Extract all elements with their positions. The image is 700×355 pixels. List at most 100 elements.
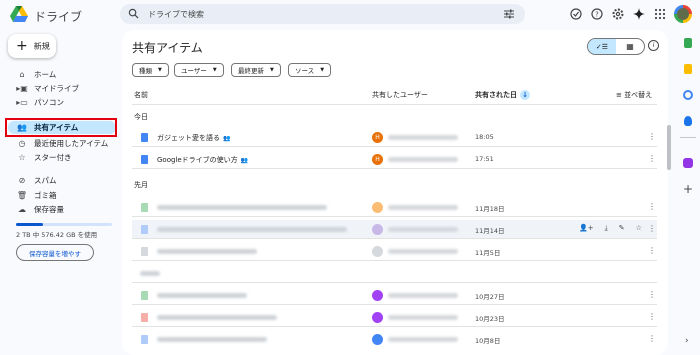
avatar xyxy=(372,312,383,323)
caret-down-icon: ▼ xyxy=(158,67,162,73)
table-row[interactable]: 11月14日 👤+ ⤓ ✎ ☆ ⋮ xyxy=(132,220,657,239)
section-last-month: 先月 xyxy=(134,181,148,189)
shared-date: 18:05 xyxy=(475,133,494,141)
shared-date: 11月18日 xyxy=(475,205,505,213)
settings-gear-icon[interactable] xyxy=(611,7,625,21)
sidebar-item-starred[interactable]: ☆ スター付き xyxy=(8,151,116,164)
sidebar-item-computers[interactable]: ▸▭ パソコン xyxy=(8,96,116,109)
account-avatar[interactable] xyxy=(674,5,692,23)
redacted-file-name xyxy=(157,315,277,320)
highlight-box xyxy=(5,118,117,137)
rename-pencil-icon[interactable]: ✎ xyxy=(619,224,625,233)
file-name: ガジェット愛を語る 👥 xyxy=(157,133,230,143)
sidebar-item-storage[interactable]: ☁ 保存容量 xyxy=(8,203,116,216)
filter-source[interactable]: ソース ▼ xyxy=(288,63,332,77)
avatar xyxy=(372,290,383,301)
computer-icon: ▸▭ xyxy=(16,98,28,107)
shared-date: 10月27日 xyxy=(475,293,505,301)
keep-icon[interactable] xyxy=(684,64,692,74)
grid-view-icon[interactable]: ▦ xyxy=(616,39,644,54)
share-person-icon[interactable]: 👤+ xyxy=(579,224,594,233)
avatar xyxy=(372,224,383,235)
sidebar-item-home[interactable]: ⌂ ホーム xyxy=(8,68,116,81)
redacted-file-name xyxy=(157,293,247,298)
filter-modified[interactable]: 最終更新 ▼ xyxy=(231,63,281,77)
more-options-icon[interactable]: ⋮ xyxy=(648,132,656,141)
sidebar-item-spam[interactable]: ⊘ スパム xyxy=(8,174,116,187)
sidebar-item-label: スパム xyxy=(34,176,57,185)
filter-type[interactable]: 種類 ▼ xyxy=(132,63,169,77)
more-options-icon[interactable]: ⋮ xyxy=(648,202,656,211)
contacts-icon[interactable] xyxy=(684,116,692,126)
caret-down-icon: ▼ xyxy=(270,67,274,73)
search-input[interactable]: ドライブで検索 xyxy=(148,9,204,20)
redacted-file-name xyxy=(157,249,257,254)
buy-storage-button[interactable]: 保存容量を増やす xyxy=(16,244,94,261)
column-shared-date-label: 共有された日 xyxy=(475,91,517,99)
slides-file-icon xyxy=(141,313,148,322)
search-icon[interactable] xyxy=(128,8,139,19)
header-divider xyxy=(132,104,657,105)
plus-icon: + xyxy=(16,38,28,54)
redacted-user xyxy=(388,315,458,320)
help-icon[interactable]: ? xyxy=(590,7,604,21)
sidebar-item-recent[interactable]: ◷ 最近使用したアイテム xyxy=(8,137,116,150)
download-icon[interactable]: ⤓ xyxy=(605,224,608,233)
table-row[interactable]: 11月18日 ⋮ xyxy=(132,198,657,217)
more-options-icon[interactable]: ⋮ xyxy=(648,154,656,163)
new-button[interactable]: + 新規 xyxy=(8,34,56,58)
sidebar-item-trash[interactable]: 🗑 ゴミ箱 xyxy=(8,189,116,202)
sort-button[interactable]: ≡ 並べ替え xyxy=(616,90,652,100)
table-row[interactable] xyxy=(132,264,657,283)
scrollbar-thumb[interactable] xyxy=(667,125,671,170)
chip-label: 種類 xyxy=(139,67,152,75)
sidebar-item-my-drive[interactable]: ▸▣ マイドライブ xyxy=(8,82,116,95)
offline-status-icon[interactable] xyxy=(569,7,583,21)
section-today: 今日 xyxy=(134,113,148,121)
addon-icon[interactable] xyxy=(683,158,693,168)
table-row[interactable]: ガジェット愛を語る 👥 H 18:05 ⋮ xyxy=(132,128,657,147)
apps-grid-icon[interactable] xyxy=(653,7,667,21)
table-row[interactable]: 10月8日 ⋮ xyxy=(132,330,657,349)
view-toggle[interactable]: ✓☰ ▦ xyxy=(587,38,645,55)
redacted-file-name xyxy=(157,227,347,232)
star-icon[interactable]: ☆ xyxy=(636,224,642,233)
search-options-icon[interactable] xyxy=(503,8,515,20)
tasks-icon[interactable] xyxy=(683,90,693,100)
drive-logo-icon[interactable] xyxy=(10,6,28,22)
shared-date: 11月5日 xyxy=(475,249,501,257)
avatar xyxy=(372,334,383,345)
table-row[interactable]: Googleドライブの使い方 👥 H 17:51 ⋮ xyxy=(132,150,657,169)
sheet-file-icon xyxy=(141,203,148,212)
table-row[interactable]: 11月5日 ⋮ xyxy=(132,242,657,261)
info-icon[interactable]: i xyxy=(648,40,659,51)
avatar: H xyxy=(372,154,383,165)
expand-panel-icon[interactable]: › xyxy=(685,336,689,346)
more-options-icon[interactable]: ⋮ xyxy=(648,312,656,321)
recent-icon: ◷ xyxy=(18,139,26,148)
calendar-icon[interactable] xyxy=(684,38,692,48)
column-shared-date[interactable]: 共有された日 ↓ xyxy=(475,90,530,100)
main-panel: 共有アイテム ✓☰ ▦ i 種類 ▼ ユーザー ▼ 最終更新 ▼ ソース ▼ 名前 共有… xyxy=(122,30,671,355)
column-name[interactable]: 名前 xyxy=(134,90,148,100)
sort-down-icon[interactable]: ↓ xyxy=(520,90,530,100)
more-options-icon[interactable]: ⋮ xyxy=(648,334,656,343)
gemini-spark-icon[interactable] xyxy=(632,7,646,21)
storage-bar-fill xyxy=(16,223,43,226)
row-actions: 👤+ ⤓ ✎ ☆ xyxy=(579,224,642,233)
list-view-icon[interactable]: ✓☰ xyxy=(588,39,616,54)
my-drive-icon: ▸▣ xyxy=(16,84,28,93)
add-addon-icon[interactable]: + xyxy=(683,182,693,196)
sidebar-item-label: 保存容量 xyxy=(34,205,64,214)
search-bar[interactable]: ドライブで検索 xyxy=(120,4,525,24)
home-icon: ⌂ xyxy=(19,70,25,79)
redacted-user xyxy=(388,337,458,342)
column-shared-by[interactable]: 共有したユーザー xyxy=(372,90,428,100)
new-button-label: 新規 xyxy=(33,41,50,51)
table-row[interactable]: 10月27日 ⋮ xyxy=(132,286,657,305)
table-row[interactable]: 10月23日 ⋮ xyxy=(132,308,657,327)
more-options-icon[interactable]: ⋮ xyxy=(648,290,656,299)
more-options-icon[interactable]: ⋮ xyxy=(648,224,656,233)
filter-user[interactable]: ユーザー ▼ xyxy=(174,63,224,77)
more-options-icon[interactable]: ⋮ xyxy=(648,246,656,255)
